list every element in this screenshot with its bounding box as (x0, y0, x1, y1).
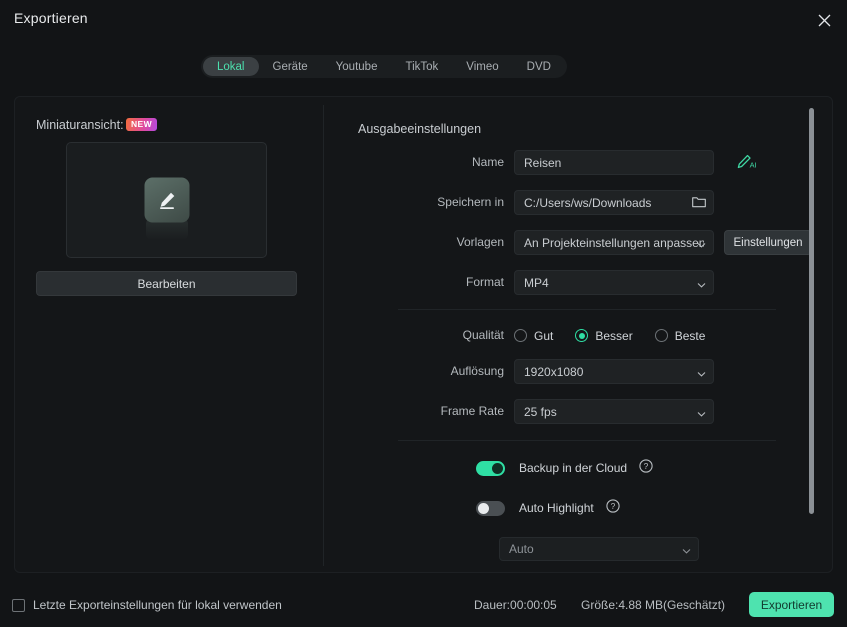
quality-option-beste[interactable]: Beste (654, 328, 706, 343)
quality-option-gut[interactable]: Gut (514, 329, 553, 343)
quality-option-besser[interactable]: Besser (575, 328, 633, 343)
framerate-label: Frame Rate (440, 404, 504, 418)
quality-radio-group: Gut Besser Beste (514, 323, 727, 348)
templates-value: An Projekteinstellungen anpassen (524, 235, 704, 250)
auto-highlight-label: Auto Highlight (519, 501, 594, 515)
tab-tiktok[interactable]: TikTok (391, 57, 452, 76)
folder-icon[interactable] (692, 195, 706, 210)
svg-text:AI: AI (750, 160, 757, 169)
name-row: Name Reisen AI (324, 150, 824, 175)
pencil-edit-icon (144, 177, 189, 223)
templates-settings-label: Einstellungen (733, 236, 803, 249)
cloud-backup-label: Backup in der Cloud (519, 461, 628, 475)
save-location-input[interactable]: C:/Users/ws/Downloads (514, 190, 714, 215)
tab-lokal[interactable]: Lokal (203, 57, 259, 76)
edit-thumbnail-button[interactable]: Bearbeiten (36, 271, 297, 296)
name-label: Name (471, 155, 504, 169)
duration-text: Dauer:00:00:05 (474, 598, 557, 612)
size-text: Größe:4.88 MB(Geschätzt) (581, 598, 726, 612)
output-settings-panel: Ausgabeeinstellungen Name Reisen AI Spei… (324, 97, 834, 574)
auto-highlight-toggle[interactable] (476, 500, 505, 516)
chevron-down-icon (697, 278, 706, 288)
remember-settings-checkbox[interactable] (12, 599, 25, 612)
format-row: Format MP4 (324, 270, 824, 295)
page-title: Exportieren (14, 10, 88, 26)
thumbnail-label: Miniaturansicht: (36, 118, 124, 132)
vertical-scrollbar[interactable] (809, 108, 814, 514)
tab-dvd[interactable]: DVD (513, 57, 565, 76)
resolution-label: Auflösung (450, 364, 504, 378)
chevron-down-icon (697, 238, 706, 248)
thumbnail-panel: Miniaturansicht: NEW Bearbeiten (15, 97, 323, 574)
framerate-value: 25 fps (524, 404, 557, 419)
name-value: Reisen (524, 155, 562, 170)
export-dialog: Exportieren Lokal Geräte Youtube TikTok … (0, 0, 847, 627)
edit-thumbnail-label: Bearbeiten (137, 276, 196, 291)
save-location-label: Speichern in (437, 195, 504, 209)
export-content-card: Miniaturansicht: NEW Bearbeiten Ausgabee… (14, 96, 833, 573)
title-bar: Exportieren (0, 0, 847, 40)
save-location-value: C:/Users/ws/Downloads (524, 195, 652, 210)
remember-settings-label: Letzte Exporteinstellungen für lokal ver… (33, 598, 282, 612)
name-input[interactable]: Reisen (514, 150, 714, 175)
export-button[interactable]: Exportieren (749, 592, 834, 617)
quality-option-beste-label: Beste (674, 328, 706, 343)
output-settings-title: Ausgabeeinstellungen (358, 122, 482, 136)
framerate-row: Frame Rate 25 fps (324, 399, 824, 424)
format-value: MP4 (524, 275, 549, 290)
quality-label: Qualität (462, 328, 504, 342)
tab-vimeo[interactable]: Vimeo (452, 57, 512, 76)
resolution-value: 1920x1080 (524, 364, 584, 379)
divider-quality (398, 309, 776, 310)
export-target-tabs: Lokal Geräte Youtube TikTok Vimeo DVD (201, 55, 567, 78)
footer-bar: Letzte Exporteinstellungen für lokal ver… (0, 583, 847, 627)
templates-select[interactable]: An Projekteinstellungen anpassen (514, 230, 714, 255)
svg-text:?: ? (610, 501, 615, 511)
svg-text:?: ? (644, 461, 649, 471)
save-location-row: Speichern in C:/Users/ws/Downloads (324, 190, 824, 215)
ai-pen-icon[interactable]: AI (736, 153, 758, 173)
chevron-down-icon (697, 407, 706, 417)
auto-select-partial[interactable]: Auto (499, 537, 699, 561)
templates-row: Vorlagen An Projekteinstellungen anpasse… (324, 230, 824, 255)
cloud-backup-row: Backup in der Cloud ? (476, 457, 653, 479)
help-circle-icon[interactable]: ? (639, 458, 653, 478)
framerate-select[interactable]: 25 fps (514, 399, 714, 424)
chevron-down-icon (697, 367, 706, 377)
auto-select-value: Auto (509, 542, 534, 556)
resolution-select[interactable]: 1920x1080 (514, 359, 714, 384)
chevron-down-icon (682, 545, 691, 554)
auto-highlight-row: Auto Highlight ? (476, 497, 620, 519)
new-badge: NEW (126, 118, 158, 131)
divider-toggles (398, 440, 776, 441)
templates-settings-button[interactable]: Einstellungen (724, 230, 812, 255)
quality-option-besser-label: Besser (595, 328, 633, 343)
quality-option-gut-label: Gut (534, 328, 554, 343)
close-icon[interactable] (809, 6, 839, 34)
format-label: Format (465, 275, 504, 289)
export-button-label: Exportieren (760, 597, 823, 612)
resolution-row: Auflösung 1920x1080 (324, 359, 824, 384)
radio-icon (654, 329, 668, 342)
cloud-backup-toggle[interactable] (476, 460, 505, 476)
help-circle-icon[interactable]: ? (606, 498, 620, 518)
radio-icon (514, 329, 527, 342)
radio-icon-selected (575, 329, 589, 342)
tab-geraete[interactable]: Geräte (259, 57, 322, 76)
tab-youtube[interactable]: Youtube (322, 57, 392, 76)
format-select[interactable]: MP4 (514, 270, 714, 295)
thumbnail-preview[interactable] (66, 142, 267, 258)
quality-row: Qualität Gut Besser Beste (324, 323, 824, 348)
templates-label: Vorlagen (456, 235, 504, 249)
